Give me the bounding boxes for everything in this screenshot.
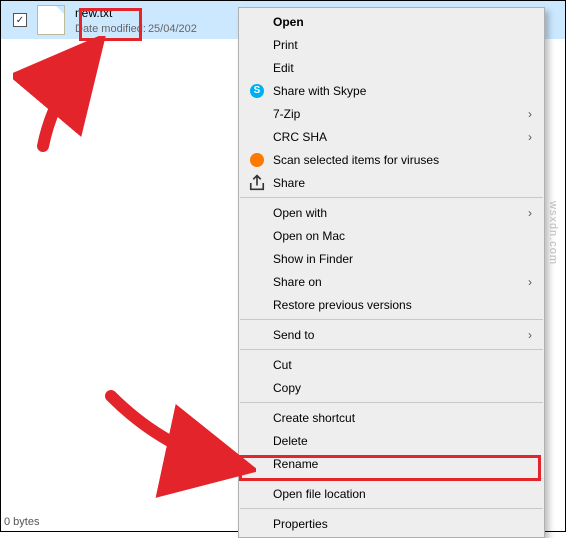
- menu-label: Share: [273, 176, 514, 190]
- menu-label: Edit: [273, 61, 514, 75]
- menu-label: Share with Skype: [273, 84, 514, 98]
- menu-print[interactable]: Print: [239, 33, 544, 56]
- status-bar-text: 0 bytes: [4, 516, 39, 528]
- context-menu: Open Print Edit S Share with Skype 7-Zip…: [238, 7, 545, 538]
- menu-label: Properties: [273, 517, 514, 531]
- menu-label: Scan selected items for viruses: [273, 153, 514, 167]
- menu-delete[interactable]: Delete: [239, 429, 544, 452]
- menu-open-file-location[interactable]: Open file location: [239, 482, 544, 505]
- share-icon: [247, 173, 267, 193]
- menu-label: Open file location: [273, 487, 514, 501]
- chevron-right-icon: ›: [528, 275, 532, 289]
- menu-label: Delete: [273, 434, 514, 448]
- menu-separator: [240, 508, 543, 509]
- chevron-right-icon: ›: [528, 328, 532, 342]
- file-date-value: 25/04/202: [148, 23, 197, 35]
- menu-copy[interactable]: Copy: [239, 376, 544, 399]
- annotation-arrow-2: [96, 381, 256, 501]
- chevron-right-icon: ›: [528, 130, 532, 144]
- watermark: wsxdn.com: [547, 201, 559, 265]
- chevron-right-icon: ›: [528, 206, 532, 220]
- menu-label: Restore previous versions: [273, 298, 514, 312]
- skype-icon: S: [247, 84, 267, 98]
- menu-separator: [240, 478, 543, 479]
- menu-separator: [240, 402, 543, 403]
- file-name: new.txt: [75, 6, 197, 20]
- menu-scan-viruses[interactable]: Scan selected items for viruses: [239, 148, 544, 171]
- file-info: new.txt Date modified:25/04/202: [75, 6, 197, 35]
- menu-crc-sha[interactable]: CRC SHA ›: [239, 125, 544, 148]
- menu-restore-versions[interactable]: Restore previous versions: [239, 293, 544, 316]
- file-icon: [37, 5, 65, 35]
- menu-label: Create shortcut: [273, 411, 514, 425]
- menu-label: Cut: [273, 358, 514, 372]
- menu-separator: [240, 197, 543, 198]
- menu-label: Open: [273, 15, 514, 29]
- menu-edit[interactable]: Edit: [239, 56, 544, 79]
- menu-open-mac[interactable]: Open on Mac: [239, 224, 544, 247]
- menu-7zip[interactable]: 7-Zip ›: [239, 102, 544, 125]
- menu-share-on[interactable]: Share on ›: [239, 270, 544, 293]
- menu-label: Copy: [273, 381, 514, 395]
- file-checkbox[interactable]: ✓: [13, 13, 27, 27]
- menu-label: CRC SHA: [273, 130, 514, 144]
- menu-label: Open with: [273, 206, 514, 220]
- menu-create-shortcut[interactable]: Create shortcut: [239, 406, 544, 429]
- menu-label: Share on: [273, 275, 514, 289]
- annotation-arrow-1: [13, 36, 133, 156]
- menu-label: Open on Mac: [273, 229, 514, 243]
- menu-open-with[interactable]: Open with ›: [239, 201, 544, 224]
- menu-open[interactable]: Open: [239, 10, 544, 33]
- menu-separator: [240, 349, 543, 350]
- avast-icon: [247, 153, 267, 167]
- chevron-right-icon: ›: [528, 107, 532, 121]
- menu-cut[interactable]: Cut: [239, 353, 544, 376]
- menu-label: 7-Zip: [273, 107, 514, 121]
- menu-share-skype[interactable]: S Share with Skype: [239, 79, 544, 102]
- menu-show-finder[interactable]: Show in Finder: [239, 247, 544, 270]
- menu-label: Show in Finder: [273, 252, 514, 266]
- menu-separator: [240, 319, 543, 320]
- file-date-label: Date modified:: [75, 23, 146, 35]
- menu-label: Rename: [273, 457, 514, 471]
- menu-share[interactable]: Share: [239, 171, 544, 194]
- menu-rename[interactable]: Rename: [239, 452, 544, 475]
- menu-label: Send to: [273, 328, 514, 342]
- menu-label: Print: [273, 38, 514, 52]
- menu-send-to[interactable]: Send to ›: [239, 323, 544, 346]
